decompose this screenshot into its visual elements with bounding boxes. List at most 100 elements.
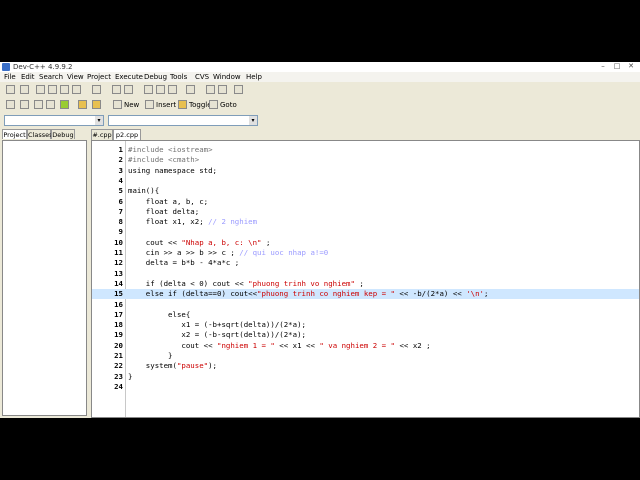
goto-line-icon[interactable] bbox=[186, 85, 195, 94]
new-file-icon[interactable] bbox=[6, 85, 15, 94]
member-select[interactable]: ▾ bbox=[108, 115, 258, 126]
code-line[interactable]: 17 else{ bbox=[92, 310, 639, 320]
code-line[interactable]: 7 float delta; bbox=[92, 207, 639, 217]
find-icon[interactable] bbox=[144, 85, 153, 94]
project-new-icon[interactable] bbox=[6, 100, 15, 109]
class-select[interactable]: ▾ bbox=[4, 115, 104, 126]
run-icon[interactable] bbox=[92, 100, 101, 109]
new-button[interactable]: New bbox=[124, 101, 139, 109]
line-number: 19 bbox=[114, 330, 123, 340]
menu-help[interactable]: Help bbox=[246, 73, 262, 81]
toolbar-row-1 bbox=[0, 84, 640, 96]
code-line[interactable]: 9 bbox=[92, 227, 639, 237]
code-line[interactable]: 20 cout << "nghiem 1 = " << x1 << " va n… bbox=[92, 341, 639, 351]
code-line[interactable]: 19 x2 = (-b-sqrt(delta))/(2*a); bbox=[92, 330, 639, 340]
minimize-icon[interactable]: – bbox=[596, 62, 610, 71]
code-editor[interactable]: 1 #include <iostream> 2 #include <cmath> 3 us… bbox=[91, 140, 640, 418]
project-add-icon[interactable] bbox=[20, 100, 29, 109]
print-icon[interactable] bbox=[92, 85, 101, 94]
code-token: ; bbox=[354, 278, 364, 288]
goto-button[interactable]: Goto bbox=[220, 101, 237, 109]
code-line[interactable]: 1 #include <iostream> bbox=[92, 145, 639, 155]
line-number: 23 bbox=[114, 371, 123, 381]
save-icon[interactable] bbox=[36, 85, 45, 94]
code-text: cout << "nghiem 1 = " << x1 << " va nghi… bbox=[128, 340, 430, 351]
undo-icon[interactable] bbox=[112, 85, 121, 94]
tab-debug[interactable]: Debug bbox=[51, 129, 75, 139]
editor-tab-1[interactable]: #.cpp bbox=[91, 129, 113, 140]
code-line[interactable]: 4 bbox=[92, 176, 639, 186]
code-line[interactable]: 14 if (delta < 0) cout << "phuong trinh … bbox=[92, 279, 639, 289]
menu-edit[interactable]: Edit bbox=[21, 73, 35, 81]
code-line[interactable]: 8 float x1, x2; // 2 nghiem bbox=[92, 217, 639, 227]
toolbar-row-2: New Insert Toggle Goto bbox=[0, 99, 640, 111]
check-icon[interactable] bbox=[60, 100, 69, 109]
menu-project[interactable]: Project bbox=[87, 73, 111, 81]
save-all-icon[interactable] bbox=[48, 85, 57, 94]
code-line[interactable]: 18 x1 = (-b+sqrt(delta))/(2*a); bbox=[92, 320, 639, 330]
code-line[interactable]: 10 cout << "Nhap a, b, c: \n" ; bbox=[92, 238, 639, 248]
code-line[interactable]: 23} bbox=[92, 372, 639, 382]
menu-cvs[interactable]: CVS bbox=[195, 73, 209, 81]
code-token: float delta; bbox=[128, 206, 200, 216]
code-line[interactable]: 22 system("pause"); bbox=[92, 361, 639, 371]
menu-search[interactable]: Search bbox=[39, 73, 63, 81]
line-number: 6 bbox=[118, 196, 123, 206]
code-token: #include <iostream> bbox=[128, 145, 213, 154]
code-text: if (delta < 0) cout << "phuong trinh vo … bbox=[128, 279, 364, 289]
menu-tools[interactable]: Tools bbox=[170, 73, 187, 81]
line-number: 1 bbox=[118, 145, 123, 154]
editor-tab-2[interactable]: p2.cpp bbox=[113, 129, 141, 140]
redo-icon[interactable] bbox=[124, 85, 133, 94]
compile-icon[interactable] bbox=[78, 100, 87, 109]
insert-button[interactable]: Insert bbox=[156, 101, 176, 109]
maximize-icon[interactable]: □ bbox=[610, 62, 624, 71]
tab-project[interactable]: Project bbox=[2, 129, 27, 139]
goto-bookmark-icon[interactable] bbox=[209, 100, 218, 109]
code-text: cout << "Nhap a, b, c: \n" ; bbox=[128, 237, 271, 248]
code-line[interactable]: 21 } bbox=[92, 351, 639, 361]
code-line[interactable]: 16 bbox=[92, 300, 639, 310]
code-token: ); bbox=[208, 361, 218, 371]
replace-icon[interactable] bbox=[156, 85, 165, 94]
menu-debug[interactable]: Debug bbox=[144, 73, 167, 81]
menu-file[interactable]: File bbox=[4, 73, 16, 81]
line-number: 21 bbox=[114, 351, 123, 360]
code-line[interactable]: 13 bbox=[92, 269, 639, 279]
code-text: main(){ bbox=[128, 186, 159, 196]
back-icon[interactable] bbox=[206, 85, 215, 94]
insert-icon[interactable] bbox=[234, 85, 243, 94]
code-line[interactable]: 6 float a, b, c; bbox=[92, 197, 639, 207]
toggle-bookmark-icon[interactable] bbox=[178, 100, 187, 109]
project-options-icon[interactable] bbox=[46, 100, 55, 109]
code-line[interactable]: 2 #include <cmath> bbox=[92, 155, 639, 165]
code-line[interactable]: 12 delta = b*b - 4*a*c ; bbox=[92, 258, 639, 268]
close-all-icon[interactable] bbox=[72, 85, 81, 94]
code-line[interactable]: 15 else if (delta==0) cout<<"phuong trin… bbox=[92, 289, 639, 300]
code-line[interactable]: 11 cin >> a >> b >> c ; // qui uoc nhap … bbox=[92, 248, 639, 258]
project-remove-icon[interactable] bbox=[34, 100, 43, 109]
code-token: "nghiem 1 = " bbox=[217, 340, 275, 350]
close-icon[interactable]: ✕ bbox=[624, 62, 638, 71]
code-token: delta = b*b - 4*a*c ; bbox=[128, 258, 240, 268]
insert-code-icon[interactable] bbox=[145, 100, 154, 109]
tab-classes[interactable]: Classes bbox=[27, 129, 53, 139]
line-number: 3 bbox=[118, 165, 123, 175]
menu-window[interactable]: Window bbox=[213, 73, 241, 81]
find-next-icon[interactable] bbox=[168, 85, 177, 94]
menu-execute[interactable]: Execute bbox=[115, 73, 143, 81]
code-token: cout << bbox=[128, 237, 182, 247]
open-icon[interactable] bbox=[20, 85, 29, 94]
line-number: 2 bbox=[118, 155, 123, 165]
code-line[interactable]: 3 using namespace std; bbox=[92, 166, 639, 176]
code-text: #include <iostream> bbox=[128, 145, 213, 155]
new-class-icon[interactable] bbox=[113, 100, 122, 109]
menu-view[interactable]: View bbox=[67, 73, 84, 81]
code-token: "pause" bbox=[176, 361, 209, 371]
code-line[interactable]: 5 main(){ bbox=[92, 186, 639, 196]
forward-icon[interactable] bbox=[218, 85, 227, 94]
project-panel[interactable] bbox=[2, 140, 87, 416]
close-file-icon[interactable] bbox=[60, 85, 69, 94]
code-line[interactable]: 24 bbox=[92, 382, 639, 392]
line-number: 12 bbox=[114, 258, 123, 268]
